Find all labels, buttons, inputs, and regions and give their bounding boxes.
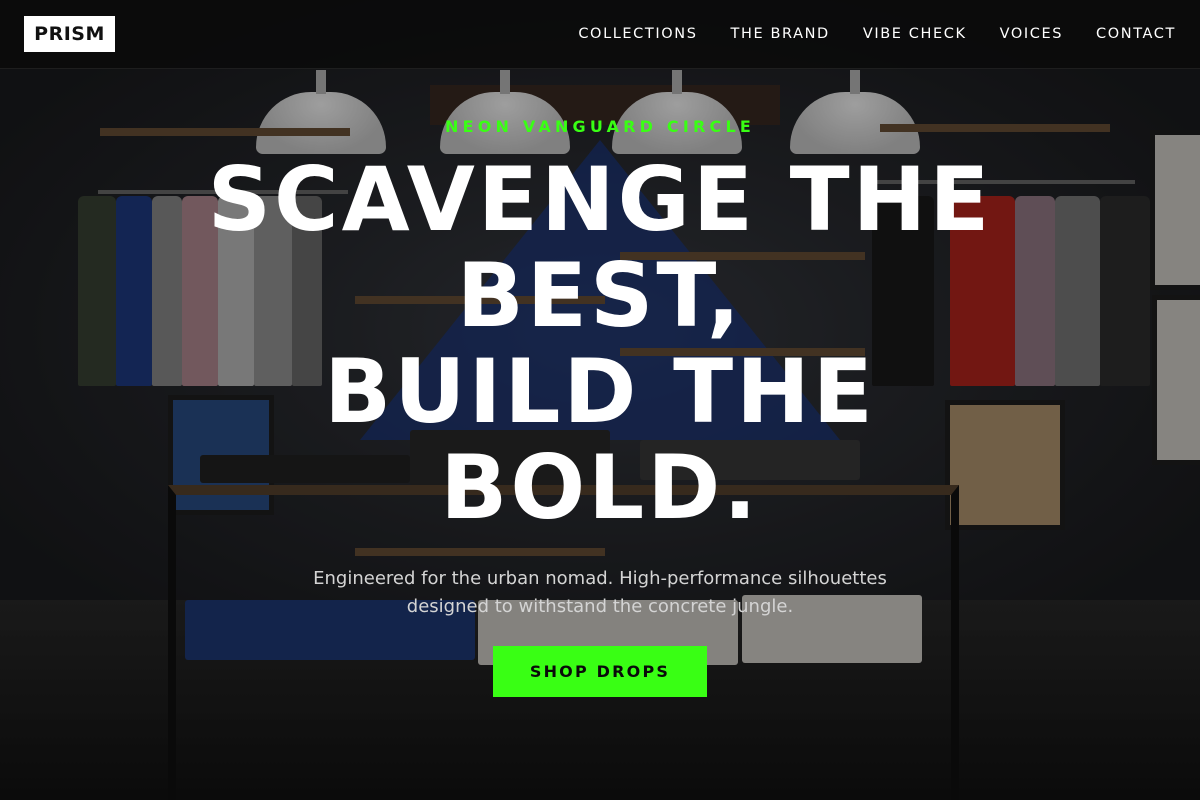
nav-link-the-brand[interactable]: THE BRAND (731, 26, 830, 42)
landing-page: NEON VANGUARD CIRCLE SCAVENGE THE BEST, … (0, 0, 1200, 800)
brand-logo[interactable]: PRISM (24, 16, 115, 52)
hero-subtitle: Engineered for the urban nomad. High-per… (313, 568, 887, 617)
hero-headline-line: BEST, (456, 244, 744, 347)
hero-eyebrow: NEON VANGUARD CIRCLE (444, 117, 756, 136)
nav-link-vibe-check[interactable]: VIBE CHECK (863, 26, 967, 42)
hero-headline-line: SCAVENGE THE (207, 148, 993, 251)
hero-headline-line: BOLD. (440, 436, 760, 539)
shop-drops-button[interactable]: SHOP DROPS (493, 646, 707, 697)
hero-headline: SCAVENGE THE BEST, BUILD THE BOLD. (150, 152, 1050, 536)
nav-link-voices[interactable]: VOICES (1000, 26, 1063, 42)
nav-menu: COLLECTIONS THE BRAND VIBE CHECK VOICES … (578, 0, 1176, 68)
hero-section: NEON VANGUARD CIRCLE SCAVENGE THE BEST, … (0, 0, 1200, 800)
nav-link-collections[interactable]: COLLECTIONS (578, 26, 697, 42)
top-navigation-bar: PRISM COLLECTIONS THE BRAND VIBE CHECK V… (0, 0, 1200, 69)
nav-link-contact[interactable]: CONTACT (1096, 26, 1176, 42)
hero-headline-line: BUILD THE (324, 340, 876, 443)
